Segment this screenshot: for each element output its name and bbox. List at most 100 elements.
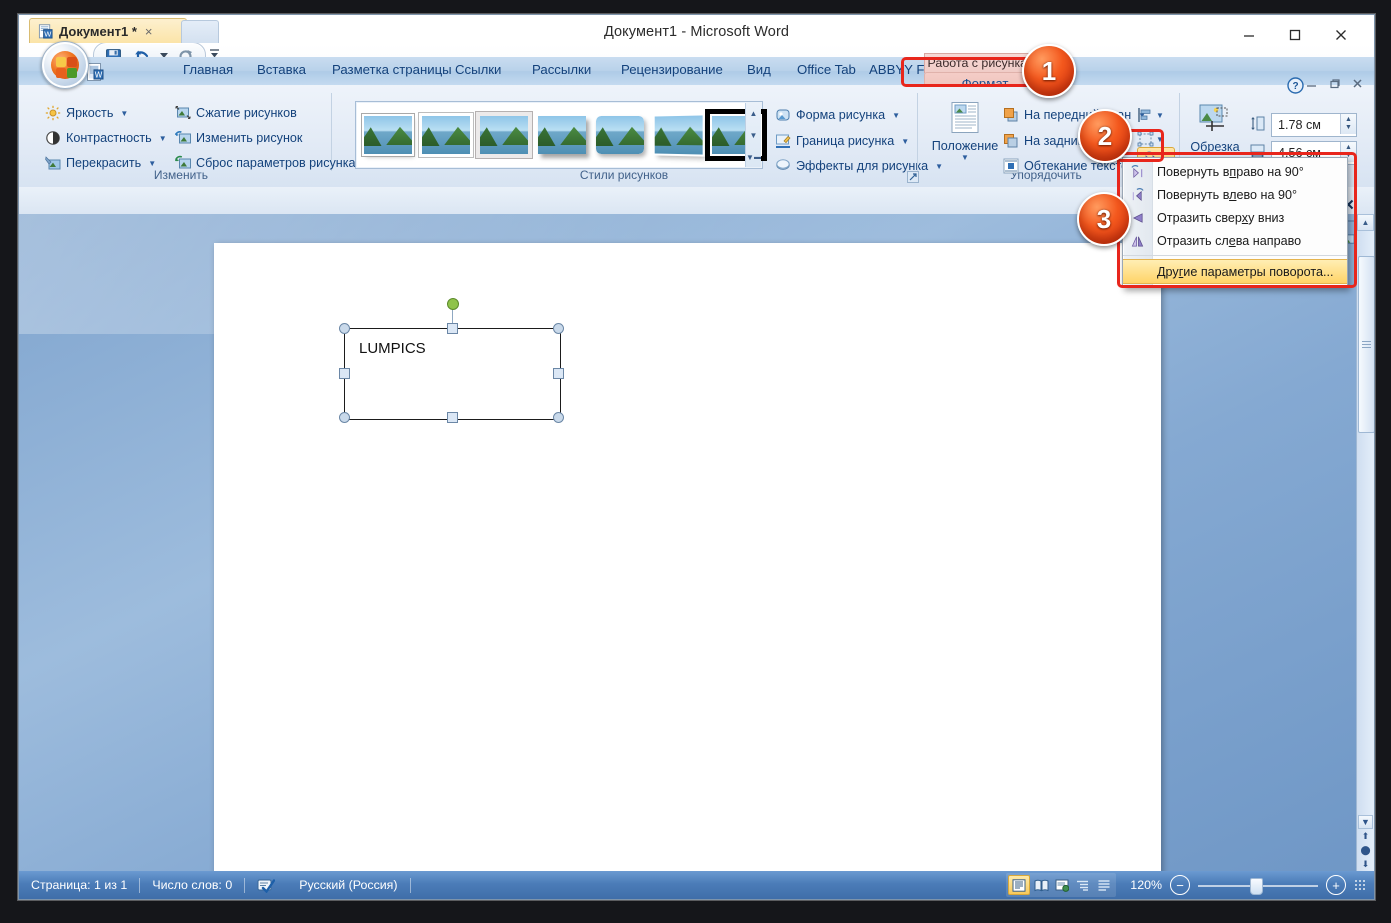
- crop-label: Обрезка: [1187, 140, 1243, 154]
- maximize-icon[interactable]: [1272, 20, 1318, 50]
- gallery-scroll-up-icon[interactable]: ▲: [746, 103, 761, 123]
- scroll-up-icon[interactable]: ▲: [1357, 214, 1374, 231]
- resize-handle-n[interactable]: [447, 323, 458, 334]
- picture-style-thumb[interactable]: [422, 116, 470, 154]
- page-indicator[interactable]: Страница: 1 из 1: [19, 878, 139, 892]
- picture-shape-button[interactable]: Форма рисунка ▼: [775, 107, 900, 123]
- rotation-handle[interactable]: [447, 298, 459, 310]
- shape-height-stepper[interactable]: ▲▼: [1340, 114, 1356, 134]
- vertical-scrollbar[interactable]: ▲: [1356, 214, 1374, 871]
- minimize-icon[interactable]: [1226, 20, 1272, 50]
- tab-insert[interactable]: Вставка: [253, 62, 310, 81]
- scroll-down-icon[interactable]: ▼: [1358, 815, 1373, 829]
- resize-handle-w[interactable]: [339, 368, 350, 379]
- restore-window-icon[interactable]: [1328, 77, 1341, 93]
- tab-home[interactable]: Главная: [179, 62, 237, 81]
- word-document-icon: W: [38, 24, 53, 39]
- chevron-down-icon[interactable]: ▼: [120, 109, 128, 118]
- resize-handle-e[interactable]: [553, 368, 564, 379]
- recolor-button[interactable]: Перекрасить ▼: [45, 155, 156, 171]
- picture-border-button[interactable]: Граница рисунка ▼: [775, 133, 909, 149]
- tab-review[interactable]: Рецензирование: [617, 62, 727, 81]
- picture-style-thumb[interactable]: [538, 116, 586, 154]
- menu-item-rotate-left-90[interactable]: Повернуть влево на 90°: [1123, 183, 1347, 206]
- full-screen-reading-view-button[interactable]: [1031, 876, 1051, 894]
- new-tab-button[interactable]: [181, 20, 219, 43]
- gallery-scrollbar[interactable]: ▲ ▼ ▼▬: [745, 103, 761, 167]
- chevron-down-icon[interactable]: ▼: [1156, 135, 1164, 144]
- chevron-down-icon[interactable]: ▼: [901, 137, 909, 146]
- picture-style-thumb[interactable]: [480, 116, 528, 154]
- print-layout-view-button[interactable]: [1008, 875, 1030, 895]
- selected-picture-object[interactable]: LUMPICS: [344, 328, 559, 418]
- crop-button[interactable]: Обрезка: [1187, 103, 1243, 154]
- dialog-launcher-icon[interactable]: [907, 170, 919, 188]
- outline-view-button[interactable]: [1073, 876, 1093, 894]
- align-objects-button[interactable]: ▼: [1137, 107, 1164, 123]
- tab-view[interactable]: Вид: [743, 62, 775, 81]
- chevron-down-icon[interactable]: ▼: [1156, 111, 1164, 120]
- gallery-scroll-down-icon[interactable]: ▼: [746, 125, 761, 145]
- menu-item-label: Другие параметры поворота...: [1151, 265, 1333, 279]
- zoom-slider-handle[interactable]: [1250, 878, 1263, 895]
- web-layout-view-button[interactable]: [1052, 876, 1072, 894]
- change-picture-button[interactable]: Изменить рисунок: [175, 130, 302, 146]
- next-object-icon[interactable]: ⬇: [1358, 858, 1373, 871]
- draft-view-button[interactable]: [1094, 876, 1114, 894]
- tab-references[interactable]: Ссылки: [451, 62, 505, 81]
- select-browse-object-icon[interactable]: ⬤: [1358, 844, 1373, 857]
- zoom-slider[interactable]: [1198, 876, 1318, 894]
- browse-object-controls: ▼ ⬆ ⬤ ⬇: [1357, 815, 1374, 871]
- document-tab-active[interactable]: W Документ1 * ×: [29, 18, 187, 43]
- scrollbar-thumb[interactable]: [1358, 256, 1375, 433]
- tab-mailings[interactable]: Рассылки: [528, 62, 595, 81]
- tab-page-layout[interactable]: Разметка страницы: [328, 62, 456, 81]
- gallery-more-icon[interactable]: ▼▬: [746, 147, 761, 167]
- resize-handle-s[interactable]: [447, 412, 458, 423]
- shape-height-value: 1.78 см: [1278, 118, 1321, 132]
- office-button[interactable]: [41, 41, 89, 89]
- document-page[interactable]: LUMPICS: [214, 243, 1161, 871]
- zoom-level[interactable]: 120%: [1124, 878, 1162, 892]
- resize-grip[interactable]: [1354, 879, 1366, 891]
- menu-item-rotate-right-90[interactable]: Повернуть вправо на 90°: [1123, 160, 1347, 183]
- chevron-down-icon[interactable]: ▼: [148, 159, 156, 168]
- close-icon[interactable]: [1318, 20, 1364, 50]
- minimize-ribbon-icon[interactable]: [1305, 77, 1318, 93]
- previous-object-icon[interactable]: ⬆: [1358, 830, 1373, 843]
- brightness-button[interactable]: Яркость ▼: [45, 105, 128, 121]
- word-count[interactable]: Число слов: 0: [140, 878, 244, 892]
- help-icon[interactable]: ?: [1287, 77, 1304, 94]
- resize-handle-nw[interactable]: [339, 323, 350, 334]
- position-button[interactable]: Положение ▼: [929, 101, 1001, 162]
- language-indicator[interactable]: Русский (Россия): [287, 878, 409, 892]
- window-title: Документ1 - Microsoft Word: [19, 24, 1374, 40]
- picture-style-thumb[interactable]: [364, 116, 412, 154]
- close-window-icon[interactable]: [1351, 77, 1364, 93]
- rotate-dropdown-menu[interactable]: Повернуть вправо на 90° Повернуть влево …: [1122, 157, 1348, 288]
- resize-handle-ne[interactable]: [553, 323, 564, 334]
- group-objects-button[interactable]: ▼: [1137, 131, 1164, 147]
- title-bar: Документ1 - Microsoft Word: [19, 15, 1374, 57]
- picture-style-thumb[interactable]: [596, 116, 644, 154]
- zoom-in-button[interactable]: +: [1326, 875, 1346, 895]
- compress-pictures-button[interactable]: Сжатие рисунков: [175, 105, 297, 121]
- picture-frame[interactable]: LUMPICS: [344, 328, 561, 420]
- tab-office-tab[interactable]: Office Tab: [793, 62, 860, 81]
- chevron-down-icon[interactable]: ▼: [892, 111, 900, 120]
- reset-picture-button[interactable]: Сброс параметров рисунка: [175, 155, 356, 171]
- close-icon[interactable]: ×: [145, 24, 153, 39]
- chevron-down-icon[interactable]: ▼: [929, 153, 1001, 162]
- zoom-out-button[interactable]: −: [1170, 875, 1190, 895]
- menu-item-flip-horizontal[interactable]: Отразить слева направо: [1123, 229, 1347, 252]
- resize-handle-se[interactable]: [553, 412, 564, 423]
- menu-item-flip-vertical[interactable]: Отразить сверху вниз: [1123, 206, 1347, 229]
- menu-item-more-rotation-options[interactable]: Другие параметры поворота...: [1123, 259, 1347, 284]
- picture-styles-gallery[interactable]: ▲ ▼ ▼▬: [355, 101, 763, 169]
- shape-height-field[interactable]: 1.78 см ▲▼: [1271, 113, 1357, 137]
- proofing-status[interactable]: [245, 877, 287, 893]
- chevron-down-icon[interactable]: ▼: [159, 134, 167, 143]
- contrast-button[interactable]: Контрастность ▼: [45, 130, 167, 146]
- resize-handle-sw[interactable]: [339, 412, 350, 423]
- picture-style-thumb[interactable]: [655, 115, 703, 154]
